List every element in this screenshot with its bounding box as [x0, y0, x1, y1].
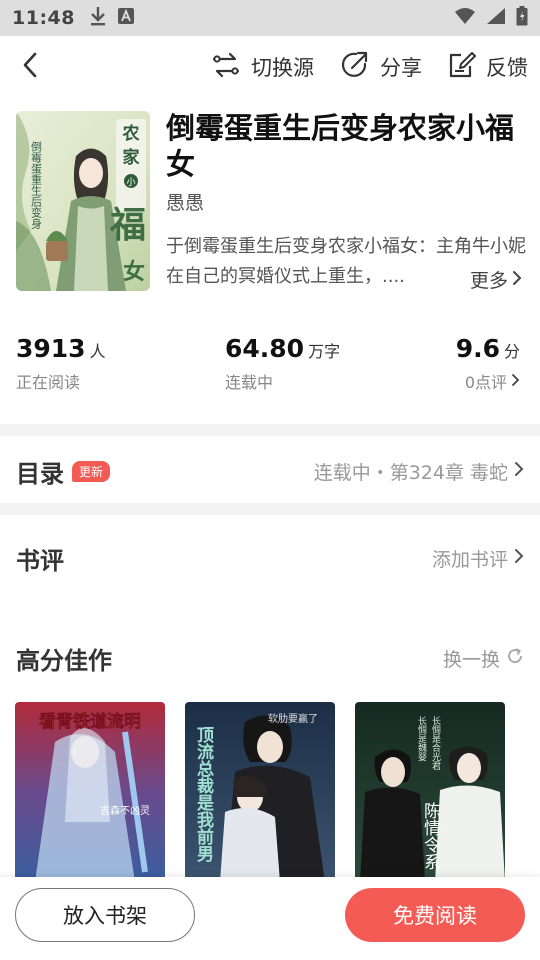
section-divider: [0, 424, 540, 436]
readers-label: 正在阅读: [16, 373, 81, 392]
catalog-title: 目录: [16, 459, 64, 488]
stat-score[interactable]: 9.6 分 0点评: [456, 334, 520, 393]
add-to-shelf-button[interactable]: 放入书架: [15, 888, 195, 942]
share-button[interactable]: 分享: [340, 50, 422, 84]
recommend-book-3-cover-top: 长惆是合光君: [430, 715, 441, 771]
readers-count: 3913: [16, 334, 86, 363]
back-button[interactable]: [14, 51, 46, 83]
feedback-button[interactable]: 反馈: [448, 51, 528, 83]
rating-count-row: 0点评: [456, 369, 520, 393]
recommend-title: 高分佳作: [16, 646, 112, 675]
recommend-book-3[interactable]: 长惆是合光君 长惆是魏婴 陈情令系: [355, 702, 505, 882]
update-badge: 更新: [72, 460, 111, 482]
cover-side-text: 倒霉蛋重生后变身: [30, 141, 43, 230]
serial-status: 连载中: [225, 373, 274, 392]
app-notification-icon: [117, 7, 135, 29]
book-title: 倒霉蛋重生后变身农家小福女: [166, 111, 515, 181]
free-read-button[interactable]: 免费阅读: [345, 888, 525, 942]
switch-source-label: 切换源: [251, 56, 314, 80]
recommend-book-3-cover-title: 陈情令系: [420, 802, 441, 870]
catalog-row[interactable]: 目录 更新 连载中・第324章 毒蛇: [0, 441, 540, 501]
section-divider: [0, 503, 540, 515]
reviews-row: 书评 添加书评: [0, 528, 540, 588]
cover-char-jia: 家: [123, 147, 140, 168]
top-bar: 切换源 分享 反馈: [0, 36, 540, 98]
bottom-bar: 放入书架 免费阅读: [0, 877, 540, 960]
share-icon: [340, 50, 370, 84]
feedback-label: 反馈: [486, 56, 528, 80]
status-time: 11:48: [12, 7, 75, 29]
word-count: 64.80: [225, 334, 305, 363]
edit-icon: [448, 51, 476, 83]
refresh-icon: [506, 647, 524, 670]
rating-count: 0点评: [464, 373, 507, 392]
score-value: 9.6: [455, 334, 500, 363]
switch-source-button[interactable]: 切换源: [211, 51, 314, 83]
add-review-link[interactable]: 添加书评: [432, 545, 524, 572]
book-header: 农 家 小 福 女 倒霉蛋重生后变身 倒霉蛋重生后变身农家小福女 愚愚 于倒霉蛋…: [0, 108, 540, 298]
more-description-link[interactable]: 更多: [463, 266, 522, 293]
recommend-book-1-cover-title: 看青铁道流明: [38, 711, 141, 732]
recommend-list: 看青铁道流明 吉森不凶灵 顶流总裁是我前男 软肋要赢了 长惆是合光君 长惆是魏婴…: [15, 702, 525, 882]
chevron-left-icon: [22, 52, 38, 82]
cover-char-fu: 福: [109, 204, 146, 246]
refresh-link[interactable]: 换一换: [443, 645, 524, 672]
signal-icon: [486, 7, 506, 29]
readers-unit: 人: [89, 342, 106, 361]
recommend-row: 高分佳作 换一换: [0, 628, 540, 688]
recommend-book-1[interactable]: 看青铁道流明 吉森不凶灵: [15, 702, 165, 882]
cover-char-nv: 女: [123, 259, 145, 285]
download-icon: [89, 6, 107, 30]
add-review-label: 添加书评: [431, 548, 508, 571]
book-author[interactable]: 愚愚: [166, 188, 204, 215]
catalog-status: 连载中・第324章 毒蛇: [313, 461, 508, 484]
chevron-right-icon: [514, 460, 524, 482]
recommend-book-2-cover-title: 顶流总裁是我前男: [193, 726, 214, 863]
stat-readers: 3913 人 正在阅读: [16, 334, 106, 393]
chevron-right-icon: [512, 269, 522, 291]
catalog-status-link[interactable]: 连载中・第324章 毒蛇: [314, 458, 524, 485]
chevron-right-icon: [511, 372, 520, 391]
refresh-label: 换一换: [442, 648, 500, 671]
word-unit: 万字: [308, 342, 341, 361]
reviews-title: 书评: [16, 546, 64, 575]
status-bar: 11:48: [0, 0, 540, 36]
recommend-book-3-cover-top2: 长惆是魏婴: [416, 715, 427, 762]
cover-char-nong: 农: [122, 123, 140, 144]
stat-words: 64.80 万字 连载中: [225, 334, 340, 393]
cover-char-xiao: 小: [126, 177, 135, 188]
battery-icon: [516, 6, 528, 30]
chevron-right-icon: [514, 547, 524, 569]
score-unit: 分: [503, 342, 520, 361]
wifi-icon: [454, 7, 476, 29]
recommend-book-2-cover-author: 软肋要赢了: [268, 712, 318, 725]
book-cover[interactable]: 农 家 小 福 女 倒霉蛋重生后变身: [16, 111, 150, 291]
book-stats: 3913 人 正在阅读 64.80 万字 连载中 9.6 分 0点评: [0, 334, 540, 404]
recommend-book-2[interactable]: 顶流总裁是我前男 软肋要赢了: [185, 702, 335, 882]
switch-source-icon: [211, 51, 241, 83]
recommend-book-1-cover-author: 吉森不凶灵: [100, 804, 150, 817]
share-label: 分享: [380, 56, 422, 80]
more-label: 更多: [469, 270, 508, 292]
